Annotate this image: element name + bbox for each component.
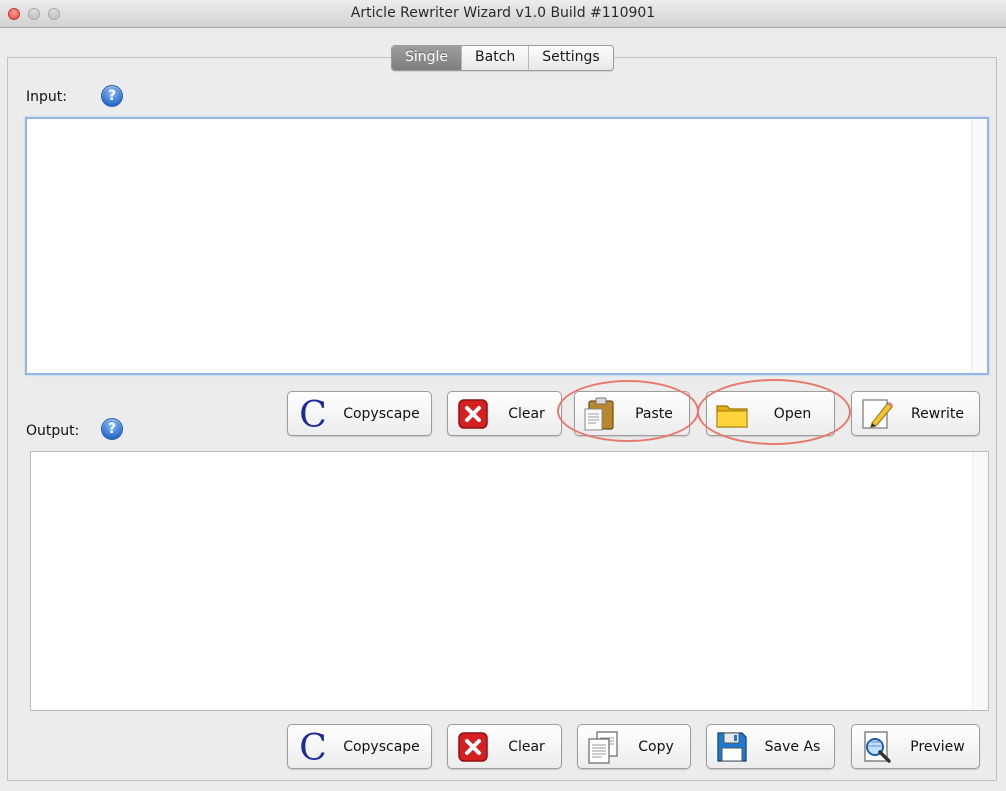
paste-button[interactable]: Paste bbox=[574, 391, 690, 436]
clear-button-label: Clear bbox=[508, 405, 545, 422]
preview-button-label: Preview bbox=[910, 738, 965, 755]
window-title: Article Rewriter Wizard v1.0 Build #1109… bbox=[350, 5, 656, 21]
output-copyscape-button[interactable]: C Copyscape bbox=[287, 724, 432, 769]
clear-input-button[interactable]: Clear bbox=[447, 391, 562, 436]
floppy-disk-icon bbox=[717, 732, 747, 762]
open-button[interactable]: Open bbox=[706, 391, 835, 436]
magnifier-icon bbox=[864, 731, 891, 763]
tab-batch[interactable]: Batch bbox=[461, 46, 528, 70]
copy-button-label: Copy bbox=[638, 738, 674, 755]
svg-text:C: C bbox=[299, 397, 327, 431]
output-label: Output: bbox=[26, 423, 80, 439]
output-textarea[interactable] bbox=[30, 451, 989, 711]
input-help-icon[interactable]: ? bbox=[101, 85, 123, 107]
folder-icon bbox=[716, 405, 748, 428]
output-scrollbar[interactable] bbox=[972, 452, 988, 710]
window-titlebar: Article Rewriter Wizard v1.0 Build #1109… bbox=[0, 0, 1006, 28]
copyscape-button-label: Copyscape bbox=[343, 405, 420, 422]
rewrite-button-label: Rewrite bbox=[911, 405, 964, 422]
copyscape-button[interactable]: C Copyscape bbox=[287, 391, 432, 436]
preview-button[interactable]: Preview bbox=[851, 724, 980, 769]
input-scrollbar[interactable] bbox=[971, 119, 987, 373]
pencil-icon bbox=[862, 399, 893, 429]
input-label: Input: bbox=[26, 89, 67, 105]
tab-bar: Single Batch Settings bbox=[391, 45, 614, 71]
copyscape-icon: C bbox=[299, 730, 327, 764]
output-help-icon[interactable]: ? bbox=[101, 418, 123, 440]
save-as-button[interactable]: Save As bbox=[706, 724, 835, 769]
input-textarea[interactable] bbox=[25, 117, 989, 375]
svg-text:C: C bbox=[299, 730, 327, 764]
clear-button-label: Clear bbox=[508, 738, 545, 755]
paste-button-label: Paste bbox=[635, 405, 673, 422]
tab-single[interactable]: Single bbox=[392, 46, 462, 70]
open-button-label: Open bbox=[773, 405, 812, 422]
clear-output-button[interactable]: Clear bbox=[447, 724, 562, 769]
copyscape-button-label: Copyscape bbox=[343, 738, 420, 755]
copy-button[interactable]: Copy bbox=[577, 724, 691, 769]
clear-icon bbox=[458, 732, 488, 762]
clear-icon bbox=[458, 399, 488, 429]
rewrite-button[interactable]: Rewrite bbox=[851, 391, 980, 436]
clipboard-icon bbox=[584, 397, 614, 431]
copy-documents-icon bbox=[588, 731, 618, 764]
save-as-button-label: Save As bbox=[764, 738, 821, 755]
tab-settings[interactable]: Settings bbox=[528, 46, 612, 70]
copyscape-icon: C bbox=[299, 397, 327, 431]
